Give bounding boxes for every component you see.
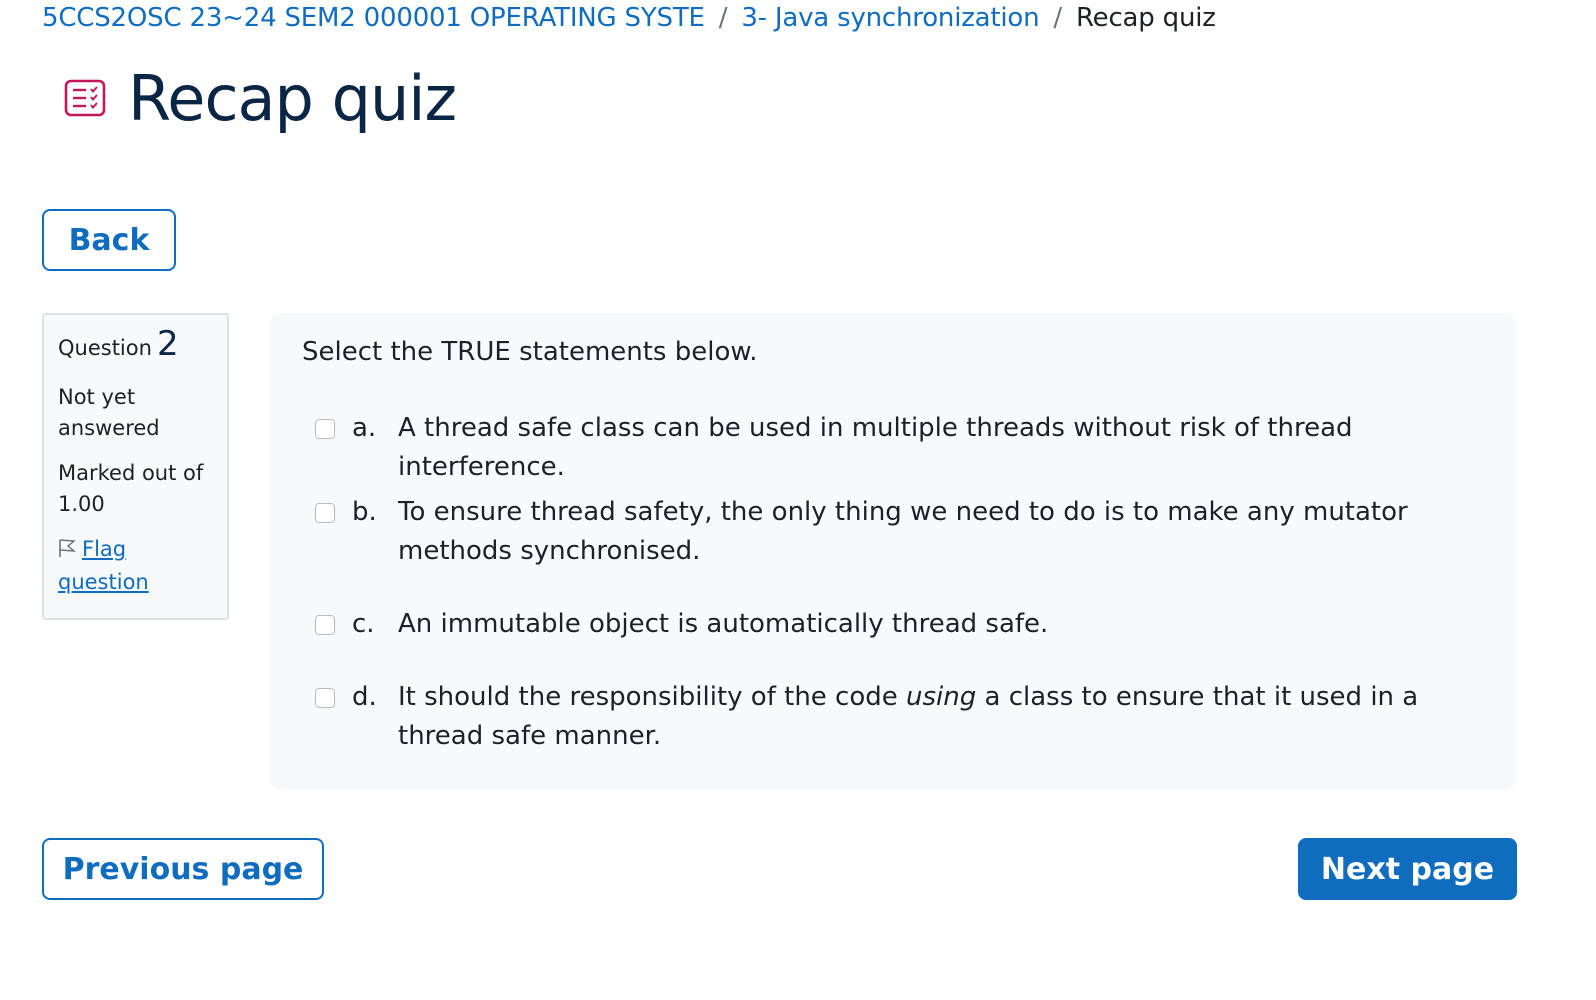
page-title: Recap quiz	[128, 61, 457, 135]
breadcrumb: 5CCS2OSC 23~24 SEM2 000001 OPERATING SYS…	[42, 0, 1216, 36]
answer-option-d[interactable]: d. It should the responsibility of the c…	[302, 678, 1484, 756]
question-text: Select the TRUE statements below.	[302, 337, 758, 367]
answer-letter: d.	[352, 682, 377, 712]
answer-checkbox[interactable]	[315, 688, 335, 708]
breadcrumb-section-link[interactable]: 3- Java synchronization	[741, 3, 1039, 33]
question-panel: Select the TRUE statements below. a. A t…	[269, 313, 1517, 790]
answer-text[interactable]: It should the responsibility of the code…	[398, 678, 1478, 756]
answer-option-a[interactable]: a. A thread safe class can be used in mu…	[302, 409, 1484, 487]
answer-checkbox[interactable]	[315, 419, 335, 439]
answer-letter: c.	[352, 609, 375, 639]
answer-text-emphasis: using	[906, 682, 977, 712]
breadcrumb-separator: /	[718, 3, 728, 33]
back-button[interactable]: Back	[42, 209, 176, 271]
answer-text[interactable]: To ensure thread safety, the only thing …	[398, 493, 1478, 571]
question-number-value: 2	[156, 324, 179, 364]
answer-checkbox[interactable]	[315, 615, 335, 635]
answer-letter: b.	[352, 497, 377, 527]
quiz-icon	[64, 79, 106, 117]
previous-page-button[interactable]: Previous page	[42, 838, 324, 900]
answer-letter: a.	[352, 413, 377, 443]
answer-text[interactable]: A thread safe class can be used in multi…	[398, 409, 1478, 487]
answer-checkbox[interactable]	[315, 503, 335, 523]
flag-icon[interactable]	[58, 536, 77, 567]
breadcrumb-separator: /	[1053, 3, 1062, 33]
answer-list: a. A thread safe class can be used in mu…	[302, 409, 1484, 756]
page-header: Recap quiz	[64, 60, 457, 136]
breadcrumb-current: Recap quiz	[1075, 3, 1216, 33]
question-info-panel: Question 2 Not yet answered Marked out o…	[42, 313, 229, 620]
question-number: Question 2	[58, 324, 213, 364]
quiz-page: 5CCS2OSC 23~24 SEM2 000001 OPERATING SYS…	[0, 0, 1596, 1000]
answer-text[interactable]: An immutable object is automatically thr…	[398, 605, 1478, 644]
next-page-button[interactable]: Next page	[1298, 838, 1517, 900]
flag-question[interactable]: Flag question	[58, 534, 213, 598]
breadcrumb-course-link[interactable]: 5CCS2OSC 23~24 SEM2 000001 OPERATING SYS…	[42, 3, 705, 33]
question-state: Not yet answered	[58, 385, 160, 440]
answer-option-c[interactable]: c. An immutable object is automatically …	[302, 605, 1484, 644]
answer-option-b[interactable]: b. To ensure thread safety, the only thi…	[302, 493, 1484, 571]
answer-text-part: It should the responsibility of the code	[398, 682, 907, 712]
question-label: Question	[58, 336, 152, 360]
question-grade: Marked out of 1.00	[58, 461, 204, 516]
